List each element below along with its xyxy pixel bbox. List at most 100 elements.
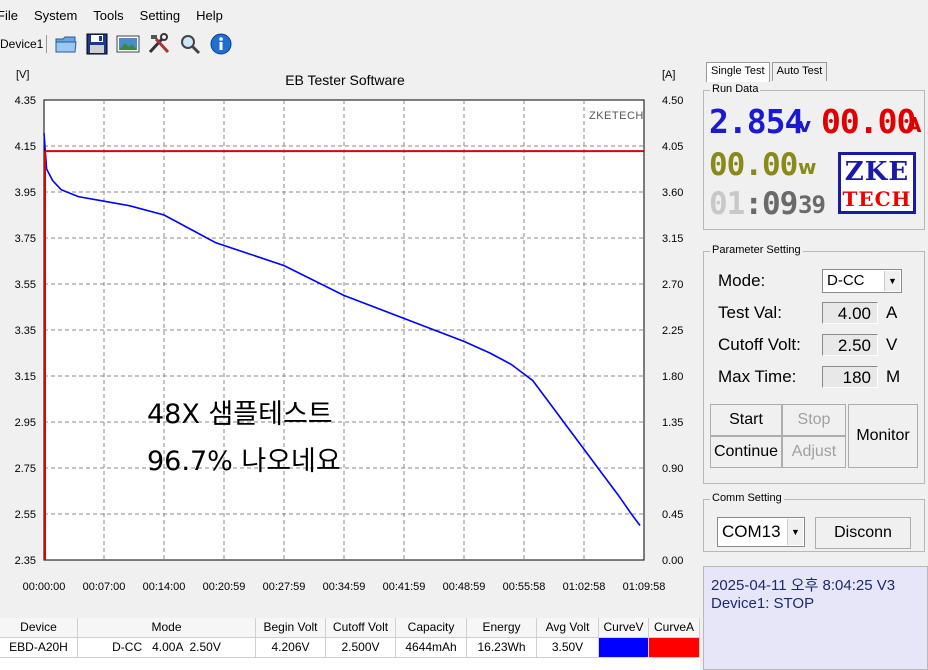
cutoff-volt-input[interactable]: 2.50 xyxy=(822,334,878,356)
stop-button[interactable]: Stop xyxy=(782,404,846,436)
monitor-button[interactable]: Monitor xyxy=(848,404,918,468)
open-folder-icon[interactable] xyxy=(53,32,79,56)
current-readout: 00.00 xyxy=(821,102,916,141)
menu-help[interactable]: Help xyxy=(188,0,231,32)
annotation-line-1: 48X 샘플테스트 xyxy=(147,399,333,430)
plot-background xyxy=(43,99,645,561)
mode-select[interactable]: D-CC ▼ xyxy=(822,269,902,293)
header-cutoff-volt[interactable]: Cutoff Volt xyxy=(326,618,396,638)
run-data-label: Run Data xyxy=(710,83,761,95)
current-unit: A xyxy=(906,113,922,137)
tab-single-test[interactable]: Single Test xyxy=(706,62,770,82)
disconnect-button[interactable]: Disconn xyxy=(815,517,911,549)
y2-tick-label: 0.00 xyxy=(662,555,683,567)
cell-avg-volt: 3.50V xyxy=(537,638,599,658)
time-seconds: 39 xyxy=(798,191,826,219)
test-val-input[interactable]: 4.00 xyxy=(822,302,878,324)
com-port-value: COM13 xyxy=(722,522,781,541)
image-icon[interactable] xyxy=(115,32,141,56)
adjust-button[interactable]: Adjust xyxy=(782,436,846,468)
menu-bar: File System Tools Setting Help xyxy=(0,0,928,32)
menu-file[interactable]: File xyxy=(0,0,26,32)
header-energy[interactable]: Energy xyxy=(467,618,537,638)
test-tabs: Single Test Auto Test xyxy=(706,62,829,82)
menu-tools[interactable]: Tools xyxy=(85,0,131,32)
y-tick-label: 4.35 xyxy=(15,95,36,107)
cell-capacity: 4644mAh xyxy=(396,638,467,658)
chevron-down-icon[interactable]: ▼ xyxy=(787,519,803,545)
status-device: Device1: STOP xyxy=(711,595,815,612)
cutoff-volt-label: Cutoff Volt: xyxy=(718,335,801,354)
com-port-select[interactable]: COM13 ▼ xyxy=(717,517,805,547)
header-device[interactable]: Device xyxy=(0,618,78,638)
power-unit: w xyxy=(798,155,817,179)
save-icon[interactable] xyxy=(84,32,110,56)
tab-auto-test[interactable]: Auto Test xyxy=(771,62,828,81)
x-tick-label: 00:27:59 xyxy=(263,581,306,593)
header-curve-a[interactable]: CurveA xyxy=(649,618,700,638)
y-tick-label: 3.35 xyxy=(15,325,36,337)
power-readout: 00.00 xyxy=(709,147,798,183)
logo-text-top: ZKE xyxy=(844,157,910,187)
max-time-label: Max Time: xyxy=(718,367,797,386)
x-tick-label: 00:07:00 xyxy=(83,581,126,593)
x-tick-label: 00:55:58 xyxy=(503,581,546,593)
chevron-down-icon[interactable]: ▼ xyxy=(884,271,900,291)
y2-tick-label: 0.45 xyxy=(662,509,683,521)
max-time-unit: M xyxy=(886,367,901,386)
tools-icon[interactable] xyxy=(146,32,172,56)
voltage-readout: 2.854 xyxy=(709,102,804,141)
header-avg-volt[interactable]: Avg Volt xyxy=(537,618,599,638)
test-val-unit: A xyxy=(886,303,898,322)
cell-mode: D-CC 4.00A 2.50V xyxy=(78,638,256,658)
table-header: Device Mode Begin Volt Cutoff Volt Capac… xyxy=(0,618,700,638)
time-readout: 01:09 xyxy=(709,186,798,222)
cell-curve-v-swatch xyxy=(599,638,649,658)
table-row[interactable]: EBD-A20H D-CC 4.00A 2.50V 4.206V 2.500V … xyxy=(0,638,700,658)
x-tick-label: 00:00:00 xyxy=(23,581,66,593)
continue-button[interactable]: Continue xyxy=(710,436,782,468)
x-tick-label: 00:34:59 xyxy=(323,581,366,593)
y-tick-label: 2.95 xyxy=(15,417,36,429)
status-datetime: 2025-04-11 오후 8:04:25 V3 xyxy=(711,577,896,594)
cell-curve-a-swatch xyxy=(649,638,700,658)
cutoff-volt-unit: V xyxy=(886,335,898,354)
test-val-label: Test Val: xyxy=(718,303,782,322)
y2-tick-label: 1.80 xyxy=(662,371,683,383)
y2-tick-label: 1.35 xyxy=(662,417,683,429)
zke-tech-logo: ZKE TECH xyxy=(838,152,916,214)
y2-tick-label: 0.90 xyxy=(662,463,683,475)
y-tick-label: 2.75 xyxy=(15,463,36,475)
voltage-unit: v xyxy=(798,113,812,137)
info-icon[interactable] xyxy=(208,32,234,56)
y-tick-label: 3.15 xyxy=(15,371,36,383)
x-tick-label: 00:14:00 xyxy=(143,581,186,593)
y-tick-label: 2.55 xyxy=(15,509,36,521)
y2-tick-label: 2.70 xyxy=(662,279,683,291)
y-tick-label: 3.55 xyxy=(15,279,36,291)
time-minutes: 09 xyxy=(762,186,798,222)
device-tab[interactable]: Device1 xyxy=(0,35,48,53)
y2-tick-label: 4.05 xyxy=(662,141,683,153)
header-capacity[interactable]: Capacity xyxy=(396,618,467,638)
start-button[interactable]: Start xyxy=(710,404,782,436)
header-begin-volt[interactable]: Begin Volt xyxy=(256,618,326,638)
cell-cutoff-volt: 2.500V xyxy=(326,638,396,658)
comm-setting-label: Comm Setting xyxy=(710,492,784,504)
cell-energy: 16.23Wh xyxy=(467,638,537,658)
menu-system[interactable]: System xyxy=(26,0,85,32)
x-tick-label: 00:20:59 xyxy=(203,581,246,593)
search-icon[interactable] xyxy=(177,32,203,56)
y-tick-label: 3.95 xyxy=(15,187,36,199)
menu-setting[interactable]: Setting xyxy=(132,0,188,32)
y2-tick-label: 2.25 xyxy=(662,325,683,337)
app-window: File System Tools Setting Help Device1 E… xyxy=(0,0,928,670)
header-curve-v[interactable]: CurveV xyxy=(599,618,649,638)
parameter-setting-label: Parameter Setting xyxy=(710,244,803,256)
max-time-input[interactable]: 180 xyxy=(822,366,878,388)
header-mode[interactable]: Mode xyxy=(78,618,256,638)
status-panel: 2025-04-11 오후 8:04:25 V3 Device1: STOP xyxy=(703,566,928,670)
x-tick-label: 00:48:59 xyxy=(443,581,486,593)
results-table: Device Mode Begin Volt Cutoff Volt Capac… xyxy=(0,618,700,670)
time-hours: 01 xyxy=(709,186,745,222)
